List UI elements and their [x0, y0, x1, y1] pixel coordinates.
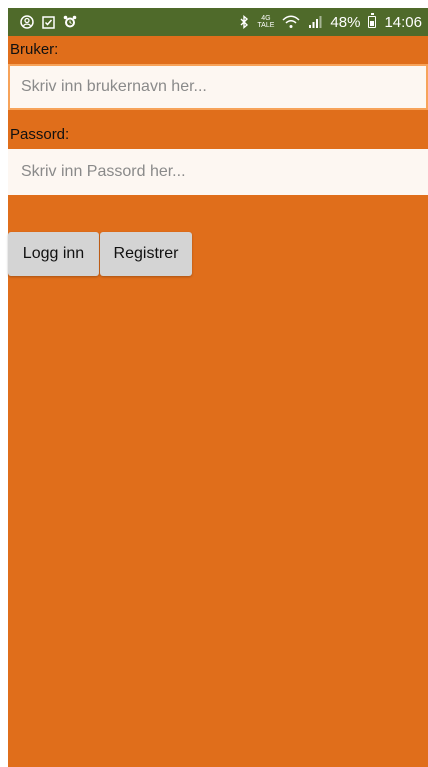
bluetooth-icon	[239, 15, 249, 29]
alarm-clock-icon	[63, 15, 77, 29]
status-bar-left	[20, 15, 77, 29]
account-circle-icon	[20, 15, 34, 29]
password-label: Passord:	[10, 126, 70, 143]
network-type-indicator: 4G TALE	[257, 15, 274, 29]
username-label: Bruker:	[10, 41, 59, 58]
clock-time: 14:06	[384, 13, 422, 31]
status-bar-right: 4G TALE 48% 14:06	[239, 13, 422, 31]
login-button[interactable]: Logg inn	[8, 232, 99, 276]
network-type-top: 4G	[261, 15, 271, 22]
signal-strength-icon	[308, 15, 322, 29]
battery-icon	[368, 13, 377, 28]
password-input[interactable]	[8, 149, 428, 195]
register-button[interactable]: Registrer	[100, 232, 192, 276]
wifi-icon	[282, 15, 300, 29]
network-type-bottom: TALE	[257, 22, 275, 29]
status-bar: 4G TALE 48% 14:06	[8, 8, 428, 36]
battery-percent: 48%	[330, 13, 361, 31]
login-form: Bruker: Passord: Logg inn Registrer	[8, 36, 428, 767]
checkbox-icon	[42, 15, 55, 29]
username-input[interactable]	[8, 64, 428, 110]
phone-screen: 4G TALE 48% 14:06 Bruker: Passord: Logg …	[0, 0, 428, 767]
